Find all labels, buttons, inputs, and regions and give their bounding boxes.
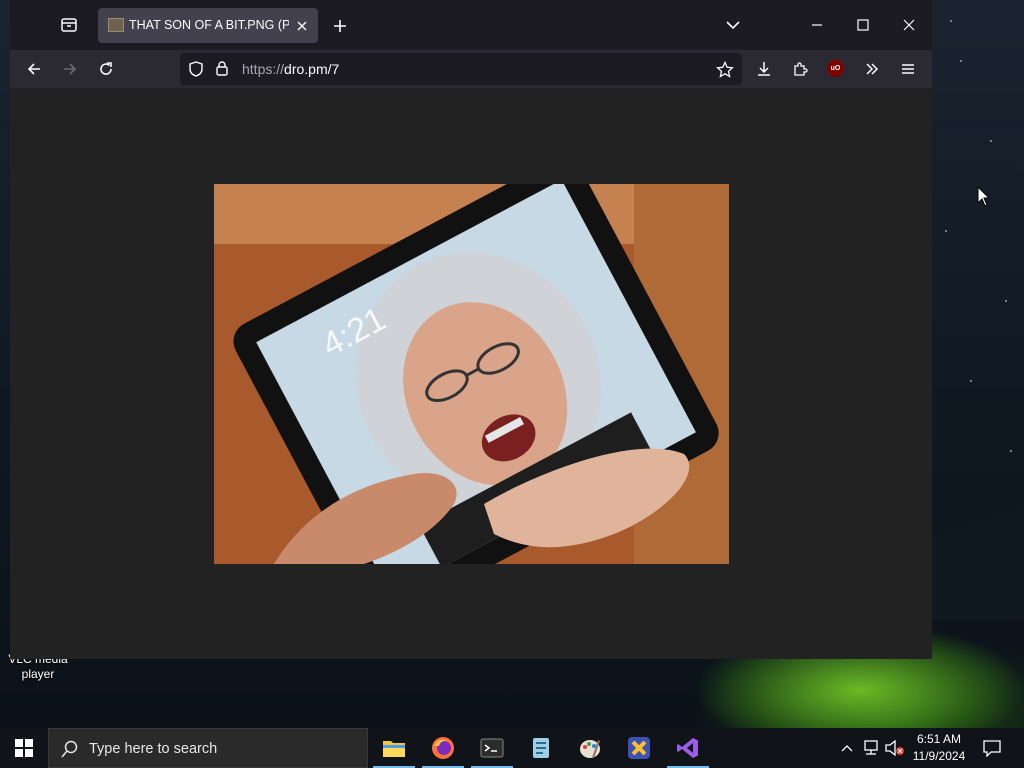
firefox-icon: [432, 737, 454, 759]
maximize-button[interactable]: [852, 14, 874, 36]
taskbar-xampp[interactable]: [615, 728, 663, 768]
puzzle-icon: [794, 62, 808, 76]
search-placeholder: Type here to search: [89, 741, 218, 757]
taskbar-terminal[interactable]: [468, 728, 516, 768]
downloads-button[interactable]: [753, 58, 775, 80]
tab-title: THAT SON OF A BIT.PNG (PNG: [129, 18, 289, 32]
forward-button[interactable]: [59, 58, 81, 80]
reload-button[interactable]: [95, 58, 117, 80]
taskbar-search-box[interactable]: Type here to search: [48, 728, 368, 768]
system-clock[interactable]: 6:51 AM 11/9/2024: [906, 731, 972, 765]
clock-date: 11/9/2024: [912, 749, 966, 763]
url-bar[interactable]: https://dro.pm/7: [180, 53, 742, 85]
close-window-button[interactable]: [898, 14, 920, 36]
notepad-icon: [533, 738, 549, 758]
taskbar-firefox[interactable]: [419, 728, 467, 768]
volume-tray-icon[interactable]: [885, 738, 905, 758]
paint-palette-icon: [580, 740, 600, 758]
back-button[interactable]: [23, 58, 45, 80]
ublock-origin-icon[interactable]: uO: [827, 60, 844, 77]
extensions-button[interactable]: [789, 58, 811, 80]
url-text[interactable]: https://dro.pm/7: [242, 61, 339, 77]
reload-icon: [100, 62, 112, 75]
folder-icon: [383, 741, 405, 757]
new-tab-button[interactable]: [330, 16, 350, 36]
maximize-icon: [857, 19, 869, 31]
taskbar-visual-studio[interactable]: [664, 728, 712, 768]
hamburger-menu-icon: [902, 64, 914, 74]
chevron-up-icon: [841, 745, 853, 752]
browser-window: THAT SON OF A BIT.PNG (PNG: [10, 0, 932, 659]
clock-time: 6:51 AM: [916, 732, 962, 746]
network-icon: [864, 740, 878, 755]
xampp-icon: [628, 737, 650, 759]
firefox-view-button[interactable]: [58, 14, 80, 36]
tab-close-button[interactable]: [294, 18, 310, 34]
action-center-button[interactable]: [982, 738, 1002, 758]
mouse-cursor-icon: [977, 185, 991, 213]
page-content: 4:21: [10, 88, 932, 659]
app-menu-button[interactable]: [897, 58, 919, 80]
windows-logo-icon: [15, 739, 33, 757]
plus-icon: [334, 20, 346, 32]
lock-icon[interactable]: [215, 60, 229, 81]
network-tray-icon[interactable]: [861, 738, 881, 758]
bookmark-star-button[interactable]: [716, 60, 734, 84]
taskbar-paint[interactable]: [566, 728, 614, 768]
notification-icon: [983, 740, 1001, 757]
tab-bar: THAT SON OF A BIT.PNG (PNG: [10, 0, 932, 50]
download-icon: [758, 62, 770, 76]
minimize-button[interactable]: [806, 14, 828, 36]
search-icon: [61, 740, 79, 763]
url-scheme: https://: [242, 61, 285, 77]
close-icon: [903, 19, 915, 31]
arrow-left-icon: [27, 63, 40, 75]
tracking-protection-shield-icon[interactable]: [188, 61, 204, 82]
image-favicon-icon: [108, 18, 124, 32]
visual-studio-icon: [677, 738, 698, 758]
star-icon: [716, 60, 734, 78]
list-all-tabs-button[interactable]: [722, 14, 744, 36]
arrow-right-icon: [64, 63, 77, 75]
taskbar-notepad[interactable]: [517, 728, 565, 768]
double-chevron-right-icon: [866, 63, 879, 75]
more-tools-button[interactable]: [861, 58, 883, 80]
firefox-view-icon: [61, 18, 77, 32]
tab-active[interactable]: THAT SON OF A BIT.PNG (PNG: [98, 8, 318, 43]
close-icon: [297, 21, 307, 31]
photo-illustration: 4:21: [214, 184, 729, 564]
terminal-icon: [480, 738, 504, 758]
navigation-toolbar: https://dro.pm/7 uO: [10, 50, 932, 88]
speaker-muted-icon: [885, 740, 904, 756]
minimize-icon: [812, 24, 822, 26]
displayed-image[interactable]: 4:21: [214, 184, 729, 564]
taskbar-file-explorer[interactable]: [370, 728, 418, 768]
chevron-down-icon: [726, 21, 740, 30]
taskbar: Type here to search 6:51 AM 11/9/2024: [0, 728, 1024, 768]
show-hidden-icons-button[interactable]: [837, 738, 857, 758]
url-host-path: dro.pm/7: [284, 61, 340, 77]
start-button[interactable]: [0, 728, 48, 768]
